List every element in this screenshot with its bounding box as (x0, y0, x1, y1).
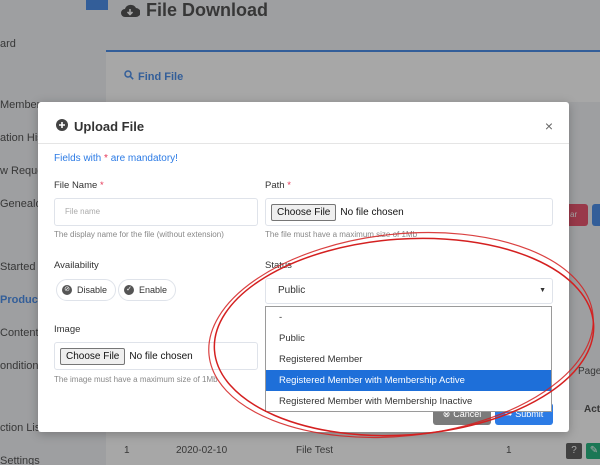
image-help: The image must have a maximum size of 1M… (54, 375, 218, 384)
path-file-input[interactable]: Choose File No file chosen (265, 198, 553, 226)
path-file-status: No file chosen (340, 206, 404, 218)
path-label: Path * (265, 180, 291, 191)
close-icon[interactable]: × (545, 119, 553, 133)
image-file-status: No file chosen (129, 350, 193, 362)
chevron-down-icon: ▼ (539, 287, 546, 294)
enable-label: Enable (139, 285, 168, 295)
status-option-membership-active[interactable]: Registered Member with Membership Active (266, 370, 551, 391)
path-label-text: Path (265, 180, 288, 191)
mandatory-note: Fields with * are mandatory! (54, 153, 178, 164)
plus-circle-icon (56, 119, 68, 134)
disable-toggle[interactable]: ⊘ Disable (56, 279, 117, 301)
file-name-label-text: File Name (54, 180, 100, 191)
status-label: Status (265, 260, 292, 271)
mandatory-prefix: Fields with (54, 153, 105, 164)
ban-icon: ⊘ (62, 285, 72, 295)
status-option-public[interactable]: Public (266, 328, 551, 349)
disable-label: Disable (77, 285, 108, 295)
path-choose-file-button[interactable]: Choose File (271, 203, 337, 221)
availability-label: Availability (54, 260, 99, 271)
image-choose-file-button[interactable]: Choose File (60, 347, 126, 365)
status-select-value: Public (278, 285, 306, 296)
status-option-none[interactable]: - (266, 307, 551, 328)
modal-title-text: Upload File (74, 119, 145, 134)
file-name-help: The display name for the file (without e… (54, 230, 224, 239)
image-file-input[interactable]: Choose File No file chosen (54, 342, 258, 370)
check-icon: ✓ (124, 285, 134, 295)
status-select[interactable]: Public ▼ (265, 278, 553, 304)
enable-toggle[interactable]: ✓ Enable (118, 279, 177, 301)
mandatory-suffix: are mandatory! (107, 153, 178, 164)
modal-header: Upload File × (38, 102, 569, 144)
path-required-star: * (287, 180, 291, 191)
modal-title: Upload File (56, 119, 144, 134)
status-option-membership-inactive[interactable]: Registered Member with Membership Inacti… (266, 391, 551, 412)
image-label: Image (54, 324, 81, 335)
path-help: The file must have a maximum size of 1Mb (265, 230, 418, 239)
status-option-registered-member[interactable]: Registered Member (266, 349, 551, 370)
file-name-label: File Name * (54, 180, 104, 191)
file-name-input[interactable]: File name (54, 198, 258, 226)
file-name-required-star: * (99, 180, 104, 191)
status-options-list: - Public Registered Member Registered Me… (265, 306, 552, 412)
